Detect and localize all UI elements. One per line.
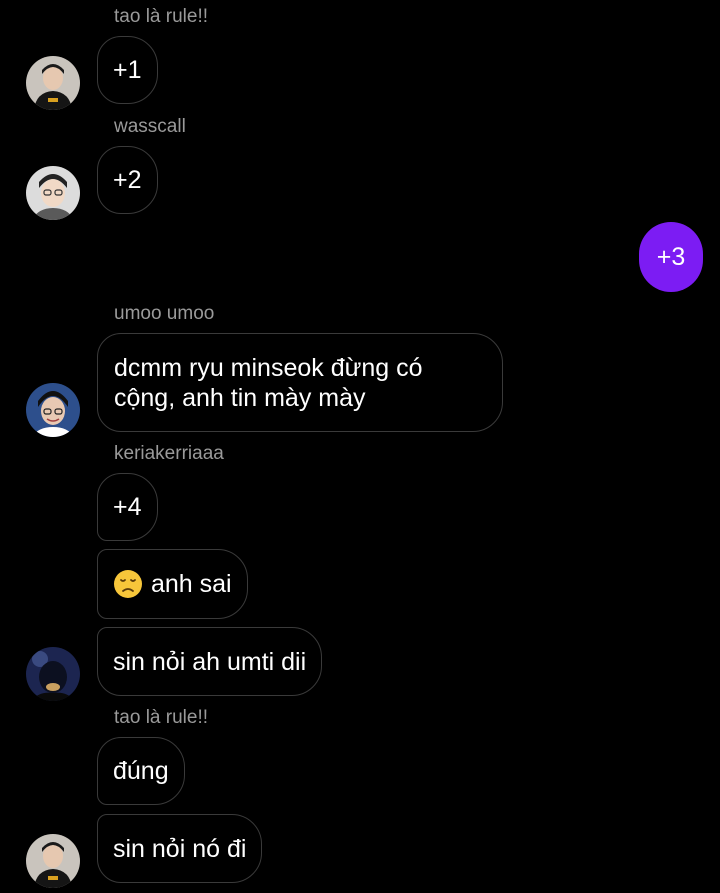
message-bubble[interactable]: anh sai — [97, 549, 248, 619]
message-text: đúng — [113, 757, 169, 785]
message-bubble[interactable]: +4 — [97, 473, 158, 541]
sender-name: wasscall — [114, 116, 186, 137]
message-text: +2 — [113, 166, 142, 194]
avatar[interactable] — [26, 647, 80, 701]
sender-name: keriakerriaaa — [114, 443, 224, 464]
sender-name: umoo umoo — [114, 303, 215, 324]
message-bubble[interactable]: +2 — [97, 146, 158, 214]
message-text: dcmm ryu minseok đừng có cộng, anh tin m… — [114, 354, 423, 412]
sender-name: tao là rule!! — [114, 707, 208, 728]
message-text: +4 — [113, 493, 142, 521]
message-bubble[interactable]: dcmm ryu minseok đừng có cộng, anh tin m… — [97, 333, 503, 432]
sender-name: tao là rule!! — [114, 6, 208, 27]
avatar[interactable] — [26, 56, 80, 110]
message-text: +3 — [656, 242, 686, 271]
message-text: sin nỏi nó đi — [113, 834, 247, 863]
message-text: sin nỏi ah umti dii — [113, 647, 307, 676]
message-text: anh sai — [151, 570, 232, 598]
disappointed-face-icon — [114, 570, 142, 598]
message-bubble[interactable]: sin nỏi nó đi — [97, 814, 263, 883]
avatar[interactable] — [26, 166, 80, 220]
message-bubble[interactable]: +1 — [97, 36, 158, 104]
message-bubble[interactable]: sin nỏi ah umti dii — [97, 627, 323, 696]
message-text: +1 — [113, 56, 142, 84]
avatar[interactable] — [26, 834, 80, 888]
message-bubble[interactable]: đúng — [97, 737, 185, 805]
avatar[interactable] — [26, 383, 80, 437]
outgoing-message-bubble[interactable]: +3 — [639, 222, 703, 292]
